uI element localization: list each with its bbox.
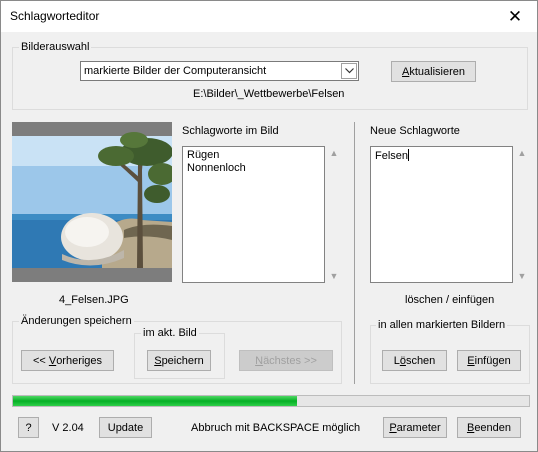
progress-bar-fill — [13, 396, 297, 406]
title-bar: Schlagworteditor ✕ — [1, 1, 537, 32]
save-changes-label: Änderungen speichern — [19, 315, 134, 327]
help-button[interactable]: ? — [18, 417, 39, 438]
all-marked-label: in allen markierten Bildern — [376, 319, 508, 331]
next-mnemonic: N — [255, 354, 264, 367]
save-label: peichern — [161, 354, 204, 367]
scroll-down-icon[interactable]: ▼ — [518, 271, 527, 281]
image-preview-picture — [12, 132, 172, 268]
schlagworteditor-window: Schlagworteditor ✕ Bilderauswahl markier… — [0, 0, 538, 452]
current-image-label: im akt. Bild — [141, 327, 199, 339]
parameter-label: arameter — [396, 421, 441, 434]
refresh-button[interactable]: Aktualisieren — [391, 61, 476, 82]
text-caret — [408, 149, 410, 161]
keywords-in-image-textbox[interactable]: Rügen Nonnenloch — [182, 146, 325, 283]
quit-label: eenden — [474, 421, 512, 434]
backspace-hint: Abbruch mit BACKSPACE möglich — [191, 422, 361, 434]
update-label: Update — [107, 421, 144, 434]
delete-insert-hint: löschen / einfügen — [405, 294, 495, 306]
save-mnemonic: S — [154, 354, 162, 367]
insert-mnemonic: E — [467, 354, 475, 367]
scroll-up-icon[interactable]: ▲ — [518, 148, 527, 158]
quit-button[interactable]: Beenden — [457, 417, 521, 438]
new-keyword-text: Felsen — [375, 150, 409, 162]
image-source-select[interactable]: markierte Bilder der Computeransicht — [80, 61, 359, 81]
keywords-in-image-scrollbar[interactable]: ▲ ▼ — [327, 148, 341, 281]
help-label: ? — [25, 421, 32, 434]
save-button[interactable]: Speichern — [147, 350, 211, 371]
folder-path: E:\Bilder\_Wettbewerbe\Felsen — [193, 88, 345, 100]
parameter-button[interactable]: Parameter — [383, 417, 447, 438]
next-button[interactable]: Nächstes >> — [239, 350, 333, 371]
insert-label: infügen — [474, 354, 511, 367]
chevron-down-icon[interactable] — [341, 63, 357, 79]
previous-mnemonic: V — [48, 354, 57, 367]
previous-label: orheriges — [56, 354, 103, 367]
image-preview — [12, 122, 172, 282]
keywords-in-image-label: Schlagworte im Bild — [182, 125, 279, 137]
new-keyword-line: Felsen — [375, 149, 410, 162]
window-title: Schlagworteditor — [10, 9, 100, 23]
version-label: V 2.04 — [52, 422, 84, 434]
image-source-value: markierte Bilder der Computeransicht — [84, 65, 267, 77]
progress-bar — [12, 395, 530, 407]
delete-label: schen — [405, 354, 436, 367]
new-keywords-textbox[interactable]: Felsen — [370, 146, 513, 283]
keyword-line: Rügen — [187, 149, 220, 161]
bilderauswahl-label: Bilderauswahl — [19, 41, 92, 53]
image-filename: 4_Felsen.JPG — [59, 294, 129, 306]
new-keywords-scrollbar[interactable]: ▲ ▼ — [515, 148, 529, 281]
refresh-mnemonic: A — [402, 65, 410, 78]
parameter-mnemonic: P — [389, 421, 397, 434]
insert-button[interactable]: Einfügen — [457, 350, 521, 371]
scroll-down-icon[interactable]: ▼ — [330, 271, 339, 281]
previous-button[interactable]: << Vorheriges — [21, 350, 114, 371]
delete-button[interactable]: Lö schen — [382, 350, 447, 371]
previous-prefix: << — [32, 354, 49, 367]
close-button[interactable]: ✕ — [493, 1, 537, 32]
quit-mnemonic: B — [466, 421, 475, 434]
new-keywords-label: Neue Schlagworte — [370, 125, 460, 137]
keyword-line: Nonnenloch — [187, 162, 246, 174]
close-icon: ✕ — [507, 6, 523, 26]
refresh-label: ktualisieren — [409, 65, 465, 78]
update-button[interactable]: Update — [99, 417, 152, 438]
next-label: ächstes >> — [263, 354, 317, 367]
section-divider — [354, 122, 355, 384]
scroll-up-icon[interactable]: ▲ — [330, 148, 339, 158]
